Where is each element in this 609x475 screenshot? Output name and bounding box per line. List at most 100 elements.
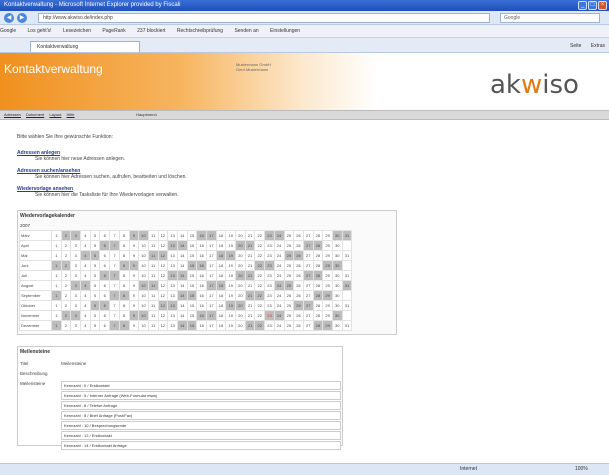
- milestone-item[interactable]: Kennzahl : 12 / Erstkontakt: [61, 431, 341, 440]
- milestone-item[interactable]: Kennzahl : 0 / Erstkontakt: [61, 381, 341, 390]
- calendar-day[interactable]: 7: [109, 320, 120, 331]
- calendar-day[interactable]: 25: [283, 280, 295, 291]
- calendar-day[interactable]: 16: [196, 250, 207, 261]
- calendar-day[interactable]: 21: [244, 290, 256, 301]
- calendar-day[interactable]: 23: [264, 240, 275, 251]
- calendar-day[interactable]: 17: [206, 300, 217, 311]
- calendar-day[interactable]: 25: [283, 310, 295, 321]
- calendar-day[interactable]: 16: [196, 320, 207, 331]
- calendar-day[interactable]: 20: [235, 320, 246, 331]
- calendar-day[interactable]: 27: [302, 260, 314, 271]
- calendar-day[interactable]: 9: [128, 230, 140, 241]
- calendar-day[interactable]: 20: [235, 260, 246, 271]
- calendar-day[interactable]: 18: [215, 260, 227, 271]
- calendar-day[interactable]: 4: [80, 230, 91, 241]
- calendar-day[interactable]: 19: [225, 270, 237, 281]
- calendar-day[interactable]: 7: [109, 290, 120, 301]
- google-item[interactable]: Los geht's!: [28, 28, 52, 34]
- calendar-day[interactable]: 14: [176, 240, 188, 251]
- calendar-day[interactable]: 7: [109, 300, 120, 311]
- calendar-day[interactable]: 1: [51, 260, 62, 271]
- calendar-day[interactable]: 26: [293, 320, 304, 331]
- calendar-day[interactable]: 13: [167, 290, 178, 301]
- calendar-day[interactable]: 6: [99, 230, 111, 241]
- calendar-day[interactable]: 13: [167, 240, 178, 251]
- calendar-day[interactable]: 10: [138, 280, 149, 291]
- calendar-day[interactable]: 2: [60, 310, 72, 321]
- calendar-day[interactable]: 3: [70, 250, 82, 261]
- calendar-day[interactable]: 9: [128, 320, 140, 331]
- calendar-day[interactable]: 16: [196, 300, 207, 311]
- calendar-day[interactable]: 28: [312, 300, 324, 311]
- calendar-day[interactable]: 18: [215, 250, 227, 261]
- calendar-day[interactable]: 19: [225, 290, 237, 301]
- calendar-day[interactable]: 10: [138, 270, 149, 281]
- calendar-day[interactable]: 1: [51, 230, 62, 241]
- calendar-day[interactable]: 16: [196, 310, 207, 321]
- calendar-day[interactable]: 27: [302, 270, 314, 281]
- calendar-day[interactable]: 18: [215, 230, 227, 241]
- calendar-day[interactable]: 15: [186, 250, 198, 261]
- google-item[interactable]: Rechtschreibprüfung: [177, 28, 223, 34]
- calendar-day[interactable]: 10: [138, 300, 149, 311]
- calendar-day[interactable]: 1: [51, 270, 62, 281]
- calendar-day[interactable]: 13: [167, 300, 178, 311]
- calendar-day[interactable]: 8: [118, 250, 130, 261]
- calendar-day[interactable]: 27: [302, 290, 314, 301]
- calendar-day[interactable]: 14: [176, 310, 188, 321]
- calendar-day[interactable]: 20: [235, 280, 246, 291]
- calendar-day[interactable]: 18: [215, 320, 227, 331]
- calendar-day[interactable]: 3: [70, 320, 82, 331]
- calendar-day[interactable]: 22: [254, 280, 266, 291]
- calendar-day[interactable]: 6: [99, 290, 111, 301]
- calendar-day[interactable]: 5: [89, 320, 101, 331]
- calendar-day[interactable]: 12: [157, 250, 169, 261]
- calendar-day[interactable]: 21: [244, 250, 256, 261]
- calendar-day[interactable]: 5: [89, 270, 101, 281]
- calendar-day[interactable]: 22: [254, 250, 266, 261]
- calendar-day[interactable]: 20: [235, 240, 246, 251]
- calendar-day[interactable]: 20: [235, 300, 246, 311]
- calendar-day[interactable]: 15: [186, 230, 198, 241]
- calendar-day[interactable]: 24: [273, 310, 285, 321]
- calendar-day[interactable]: 16: [196, 260, 207, 271]
- calendar-day[interactable]: 11: [147, 310, 159, 321]
- calendar-day[interactable]: 23: [264, 280, 275, 291]
- calendar-day[interactable]: 11: [147, 320, 159, 331]
- calendar-day[interactable]: 18: [215, 310, 227, 321]
- calendar-day[interactable]: 12: [157, 270, 169, 281]
- calendar-day[interactable]: 8: [118, 310, 130, 321]
- calendar-day[interactable]: 8: [118, 270, 130, 281]
- calendar-day[interactable]: 8: [118, 300, 130, 311]
- calendar-day[interactable]: 6: [99, 280, 111, 291]
- calendar-day[interactable]: 22: [254, 320, 266, 331]
- menu-item-layout[interactable]: Layout: [49, 112, 61, 117]
- calendar-day[interactable]: 16: [196, 280, 207, 291]
- calendar-day[interactable]: 4: [80, 260, 91, 271]
- menu-item-dokument[interactable]: Dokument: [26, 112, 44, 117]
- calendar-day[interactable]: 15: [186, 310, 198, 321]
- calendar-day[interactable]: 9: [128, 240, 140, 251]
- calendar-day[interactable]: 31: [341, 270, 353, 281]
- calendar-day[interactable]: 25: [283, 290, 295, 301]
- calendar-day[interactable]: 26: [293, 270, 304, 281]
- calendar-day[interactable]: 29: [322, 280, 333, 291]
- calendar-day[interactable]: 29: [322, 250, 333, 261]
- calendar-day[interactable]: 26: [293, 310, 304, 321]
- calendar-day[interactable]: 16: [196, 270, 207, 281]
- calendar-day[interactable]: 15: [186, 280, 198, 291]
- calendar-day[interactable]: 16: [196, 290, 207, 301]
- minimize-button[interactable]: _: [578, 1, 587, 10]
- calendar-day[interactable]: 1: [51, 320, 62, 331]
- calendar-day[interactable]: 22: [254, 260, 266, 271]
- calendar-day[interactable]: 9: [128, 260, 140, 271]
- calendar-day[interactable]: 18: [215, 280, 227, 291]
- calendar-day[interactable]: 28: [312, 290, 324, 301]
- calendar-day[interactable]: 27: [302, 300, 314, 311]
- maximize-button[interactable]: □: [588, 1, 597, 10]
- calendar-day[interactable]: 28: [312, 240, 324, 251]
- milestone-item[interactable]: Kennzahl : 5 / Interner Anfrage (Web-For…: [61, 391, 341, 400]
- calendar-day[interactable]: 10: [138, 260, 149, 271]
- calendar-day[interactable]: 12: [157, 240, 169, 251]
- calendar-day[interactable]: 14: [176, 270, 188, 281]
